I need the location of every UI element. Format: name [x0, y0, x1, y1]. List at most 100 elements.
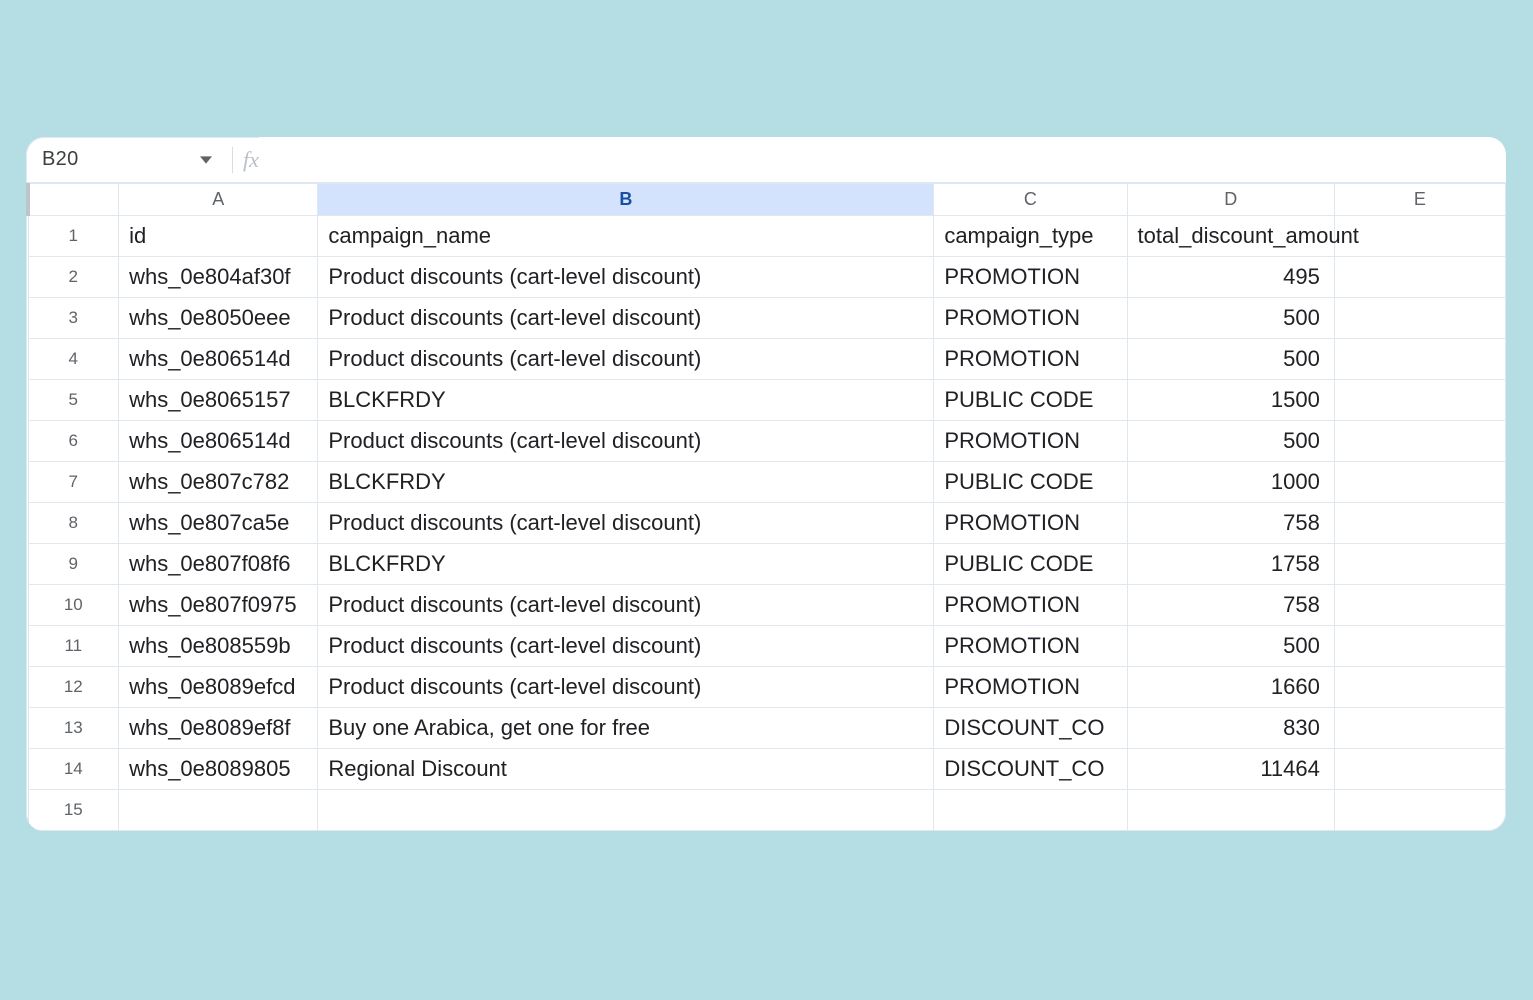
column-header-A[interactable]: A	[119, 184, 318, 216]
cell-D2[interactable]: 495	[1127, 257, 1334, 298]
cell-E5[interactable]	[1334, 380, 1505, 421]
select-all-corner[interactable]	[28, 184, 119, 216]
cell-E8[interactable]	[1334, 503, 1505, 544]
row-header[interactable]: 2	[28, 257, 119, 298]
cell-B11[interactable]: Product discounts (cart-level discount)	[318, 626, 934, 667]
row-header[interactable]: 12	[28, 667, 119, 708]
row-header[interactable]: 5	[28, 380, 119, 421]
cell-A4[interactable]: whs_0e806514d	[119, 339, 318, 380]
row-header[interactable]: 3	[28, 298, 119, 339]
cell-C8[interactable]: PROMOTION	[934, 503, 1127, 544]
cell-D13[interactable]: 830	[1127, 708, 1334, 749]
cell-B3[interactable]: Product discounts (cart-level discount)	[318, 298, 934, 339]
row-header[interactable]: 15	[28, 790, 119, 831]
cell-E9[interactable]	[1334, 544, 1505, 585]
cell-D7[interactable]: 1000	[1127, 462, 1334, 503]
cell-D10[interactable]: 758	[1127, 585, 1334, 626]
row-header[interactable]: 10	[28, 585, 119, 626]
cell-D11[interactable]: 500	[1127, 626, 1334, 667]
column-header-E[interactable]: E	[1334, 184, 1505, 216]
cell-C6[interactable]: PROMOTION	[934, 421, 1127, 462]
row-header[interactable]: 6	[28, 421, 119, 462]
formula-input[interactable]	[259, 137, 1506, 182]
cell-E6[interactable]	[1334, 421, 1505, 462]
cell-A11[interactable]: whs_0e808559b	[119, 626, 318, 667]
cell-C4[interactable]: PROMOTION	[934, 339, 1127, 380]
cell-D15[interactable]	[1127, 790, 1334, 831]
cell-E15[interactable]	[1334, 790, 1505, 831]
cell-B7[interactable]: BLCKFRDY	[318, 462, 934, 503]
cell-B1[interactable]: campaign_name	[318, 216, 934, 257]
cell-E13[interactable]	[1334, 708, 1505, 749]
cell-D12[interactable]: 1660	[1127, 667, 1334, 708]
cell-A3[interactable]: whs_0e8050eee	[119, 298, 318, 339]
cell-A8[interactable]: whs_0e807ca5e	[119, 503, 318, 544]
cell-B15[interactable]	[318, 790, 934, 831]
row-header[interactable]: 13	[28, 708, 119, 749]
column-header-D[interactable]: D	[1127, 184, 1334, 216]
cell-D5[interactable]: 1500	[1127, 380, 1334, 421]
cell-C14[interactable]: DISCOUNT_CO	[934, 749, 1127, 790]
cell-A2[interactable]: whs_0e804af30f	[119, 257, 318, 298]
cell-A1[interactable]: id	[119, 216, 318, 257]
cell-E12[interactable]	[1334, 667, 1505, 708]
row-header[interactable]: 4	[28, 339, 119, 380]
cell-A14[interactable]: whs_0e8089805	[119, 749, 318, 790]
cell-D8[interactable]: 758	[1127, 503, 1334, 544]
cell-E7[interactable]	[1334, 462, 1505, 503]
row-header[interactable]: 14	[28, 749, 119, 790]
row-header[interactable]: 1	[28, 216, 119, 257]
cell-C9[interactable]: PUBLIC CODE	[934, 544, 1127, 585]
cell-C11[interactable]: PROMOTION	[934, 626, 1127, 667]
cell-A6[interactable]: whs_0e806514d	[119, 421, 318, 462]
cell-E14[interactable]	[1334, 749, 1505, 790]
cell-A9[interactable]: whs_0e807f08f6	[119, 544, 318, 585]
cell-A13[interactable]: whs_0e8089ef8f	[119, 708, 318, 749]
cell-C12[interactable]: PROMOTION	[934, 667, 1127, 708]
cell-E11[interactable]	[1334, 626, 1505, 667]
cell-C15[interactable]	[934, 790, 1127, 831]
cell-B2[interactable]: Product discounts (cart-level discount)	[318, 257, 934, 298]
cell-E1[interactable]	[1334, 216, 1505, 257]
cell-D3[interactable]: 500	[1127, 298, 1334, 339]
row-header[interactable]: 11	[28, 626, 119, 667]
name-box-dropdown[interactable]	[190, 154, 222, 166]
cell-D14[interactable]: 11464	[1127, 749, 1334, 790]
cell-D6[interactable]: 500	[1127, 421, 1334, 462]
name-box[interactable]: B20	[26, 148, 190, 171]
cell-B13[interactable]: Buy one Arabica, get one for free	[318, 708, 934, 749]
cell-C2[interactable]: PROMOTION	[934, 257, 1127, 298]
cell-E2[interactable]	[1334, 257, 1505, 298]
cell-A7[interactable]: whs_0e807c782	[119, 462, 318, 503]
cell-C3[interactable]: PROMOTION	[934, 298, 1127, 339]
row-header[interactable]: 9	[28, 544, 119, 585]
cell-C1[interactable]: campaign_type	[934, 216, 1127, 257]
cell-C10[interactable]: PROMOTION	[934, 585, 1127, 626]
cell-C7[interactable]: PUBLIC CODE	[934, 462, 1127, 503]
row-header[interactable]: 8	[28, 503, 119, 544]
cell-B6[interactable]: Product discounts (cart-level discount)	[318, 421, 934, 462]
column-header-C[interactable]: C	[934, 184, 1127, 216]
cell-A15[interactable]	[119, 790, 318, 831]
cell-B12[interactable]: Product discounts (cart-level discount)	[318, 667, 934, 708]
row-header[interactable]: 7	[28, 462, 119, 503]
cell-B10[interactable]: Product discounts (cart-level discount)	[318, 585, 934, 626]
column-header-B[interactable]: B	[318, 184, 934, 216]
cell-E3[interactable]	[1334, 298, 1505, 339]
cell-D1[interactable]: total_discount_amount	[1127, 216, 1334, 257]
cell-B14[interactable]: Regional Discount	[318, 749, 934, 790]
cell-B5[interactable]: BLCKFRDY	[318, 380, 934, 421]
cell-B9[interactable]: BLCKFRDY	[318, 544, 934, 585]
grid-scroll[interactable]: A B C D E 1idcampaign_namecampaign_typet…	[26, 183, 1506, 831]
cell-B4[interactable]: Product discounts (cart-level discount)	[318, 339, 934, 380]
cell-C5[interactable]: PUBLIC CODE	[934, 380, 1127, 421]
cell-A5[interactable]: whs_0e8065157	[119, 380, 318, 421]
cell-D4[interactable]: 500	[1127, 339, 1334, 380]
cell-D9[interactable]: 1758	[1127, 544, 1334, 585]
cell-C13[interactable]: DISCOUNT_CO	[934, 708, 1127, 749]
cell-E10[interactable]	[1334, 585, 1505, 626]
cell-B8[interactable]: Product discounts (cart-level discount)	[318, 503, 934, 544]
cell-A10[interactable]: whs_0e807f0975	[119, 585, 318, 626]
cell-A12[interactable]: whs_0e8089efcd	[119, 667, 318, 708]
cell-E4[interactable]	[1334, 339, 1505, 380]
